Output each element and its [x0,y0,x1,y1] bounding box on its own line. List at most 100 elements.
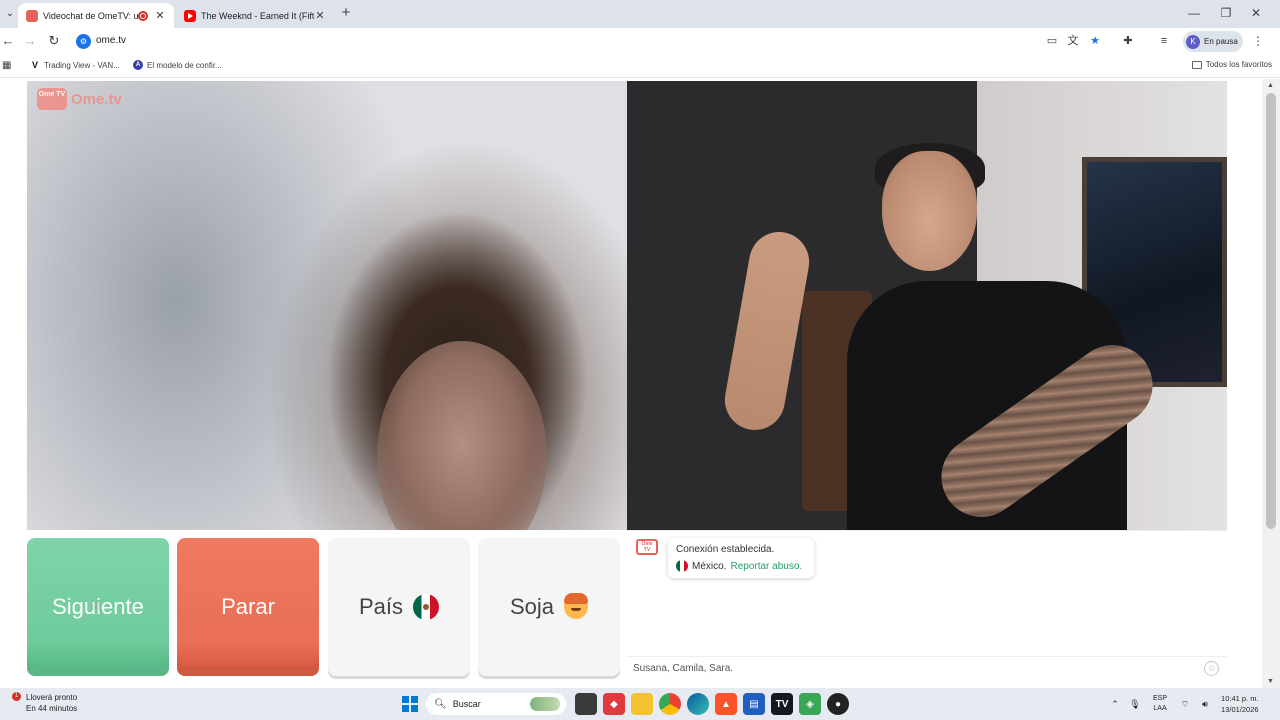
store-icon[interactable]: ▤ [743,693,765,715]
reload-icon[interactable]: ↻ [46,33,62,49]
app-green-icon[interactable]: ◈ [799,693,821,715]
taskbar-search[interactable]: 🔍︎ Buscar [426,693,566,715]
scroll-up-icon[interactable]: ▲ [1267,82,1274,89]
gender-label: Soja [509,594,555,619]
folder-icon [1191,60,1202,69]
system-message: Conexión establecida. México . Reportar … [668,538,814,578]
menu-icon[interactable]: ⋮ [1252,34,1264,48]
site-info-icon[interactable]: ⚙ [76,34,91,49]
clock-time: 10:41 p. m. [1221,694,1259,703]
minimize-icon[interactable]: — [1186,6,1202,20]
brave-icon[interactable]: ▲ [715,693,737,715]
bookmark-tradingview[interactable]: V Trading View - VAN... [30,60,120,70]
weather-widget[interactable]: 1 Lloverá pronto En 44 minutos [8,692,77,714]
scrollbar[interactable]: ▲ ▼ [1262,79,1280,688]
profile-button[interactable]: K En pausa [1183,31,1243,52]
browser-toolbar: ← → ↻ ⚙ ome.tv ▭ 文 ★ ✚ ≡ K En pausa ⋮ [0,28,1280,56]
country-button[interactable]: País [328,538,470,676]
address-bar[interactable]: ⚙ ome.tv [72,30,1172,54]
apps-grid-icon[interactable]: ▦ [2,61,12,71]
person [720,143,1169,530]
logo-text: Ome.tv [71,90,122,108]
close-tab-icon[interactable]: ✕ [154,9,166,22]
volume-icon[interactable]: 🔊︎ [1198,699,1212,710]
close-tab-icon[interactable]: ✕ [314,9,326,22]
translate-icon[interactable]: 文 [1066,34,1080,48]
weather-badge: 1 [12,692,21,701]
chrome-icon[interactable] [659,693,681,715]
mexico-flag-icon [676,560,688,572]
profile-status: En pausa [1204,37,1238,46]
bookmark-a-icon: A [133,60,143,70]
separator: . [723,560,727,572]
language-indicator[interactable]: ESP LAA [1153,694,1167,714]
ometv-logo[interactable]: Ome TV Ome.tv [37,88,122,110]
app-red-icon[interactable]: ◆ [603,693,625,715]
search-label: Buscar [452,699,481,709]
gender-button[interactable]: Soja [478,538,620,676]
close-window-icon[interactable]: ✕ [1248,6,1264,20]
restore-icon[interactable]: ❐ [1218,6,1234,20]
cast-icon[interactable]: ▭ [1045,34,1059,48]
tab-ometv[interactable]: Videochat de OmeTV: una c ✕ [18,3,174,28]
partner-country-line: México . Reportar abuso. [676,560,806,572]
hand-cursor-icon: ☝ [92,598,101,614]
network-icon[interactable]: ⌔ [1178,699,1192,710]
search-highlight-image [530,697,560,711]
weather-icon: 1 [8,692,22,706]
chevron-up-icon[interactable]: ⌃ [1108,699,1122,710]
bookmark-label: El modelo de confir... [147,60,222,70]
tab-strip: ⌄ Videochat de OmeTV: una c ✕ The Weeknd… [0,0,1280,28]
tab-title: The Weeknd - Earned It (Fifty S [201,10,314,21]
language-line2: LAA [1153,705,1167,712]
edge-icon[interactable] [687,693,709,715]
new-tab-icon[interactable]: + [338,5,354,21]
recording-icon [138,10,148,21]
search-icon: 🔍︎ [434,698,447,710]
bookmarks-bar: ▦ V Trading View - VAN... A El modelo de… [0,56,1280,78]
youtube-favicon-icon [184,9,196,22]
forward-icon[interactable]: → [22,33,38,49]
partner-video [627,81,1227,530]
tab-youtube[interactable]: The Weeknd - Earned It (Fifty S ✕ [176,3,334,28]
scroll-thumb[interactable] [1266,93,1276,529]
raised-arm [720,227,814,435]
task-view-icon[interactable] [575,693,597,715]
bookmark-star-icon[interactable]: ★ [1088,34,1102,48]
extensions-icon[interactable]: ✚ [1121,34,1135,48]
boy-emoji-icon [564,593,589,619]
chat-input-bar: ☺ [627,656,1227,680]
file-explorer-icon[interactable] [631,693,653,715]
clock[interactable]: 10:41 p. m. 13/01/2026 [1221,693,1259,715]
emoji-icon[interactable]: ☺ [1204,661,1219,676]
stop-button[interactable]: Parar [177,538,319,676]
avatar: K [1186,34,1200,49]
blurred-face [377,341,547,530]
taskbar-apps: 🔍︎ Buscar ◆ ▲ ▤ TV ◈ ● [402,693,852,715]
bookmark-modelo[interactable]: A El modelo de confir... [133,60,222,70]
media-control-icon[interactable]: ≡ [1157,34,1171,48]
report-abuse-link[interactable]: Reportar abuso. [730,561,802,572]
mexico-flag-icon [413,594,440,620]
tab-search-icon[interactable]: ⌄ [2,6,18,22]
start-icon[interactable] [402,696,418,712]
chat-panel: Ome TV Conexión establecida. México . Rep… [627,530,1227,680]
recorder-icon[interactable]: ● [827,693,849,715]
back-icon[interactable]: ← [0,33,16,49]
bookmark-label: Trading View - VAN... [44,60,120,70]
partner-country: México [692,560,724,572]
ometv-favicon-icon [26,9,38,22]
all-bookmarks-label: Todos los favoritos [1205,60,1272,69]
microphone-icon[interactable]: 🎙︎ [1128,699,1142,710]
windows-taskbar: 1 Lloverá pronto En 44 minutos 🔍︎ Buscar… [0,688,1280,720]
tradingview-app-icon[interactable]: TV [771,693,793,715]
language-line1: ESP [1153,695,1168,702]
stop-label: Parar [221,594,275,619]
chat-input[interactable] [633,663,1193,674]
url-text[interactable]: ome.tv [96,35,126,46]
tradingview-icon: V [31,60,38,70]
head [882,151,977,271]
tab-title: Videochat de OmeTV: una c [43,10,138,21]
scroll-down-icon[interactable]: ▼ [1267,678,1274,685]
all-bookmarks[interactable]: Todos los favoritos [1191,60,1272,69]
